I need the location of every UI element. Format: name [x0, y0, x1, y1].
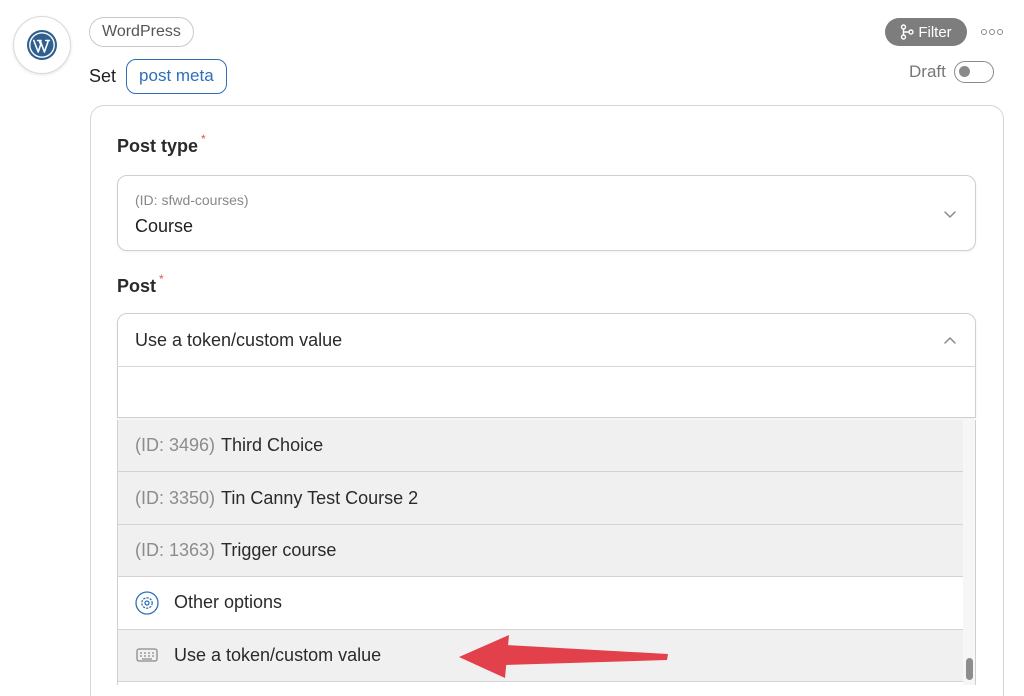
other-options-label: Other options — [174, 592, 283, 613]
scrollbar-thumb[interactable] — [966, 658, 973, 680]
chevron-down-icon — [944, 211, 956, 218]
more-dots-icon[interactable] — [981, 24, 1005, 40]
post-type-select[interactable]: (ID: sfwd-courses) Course — [117, 175, 976, 251]
token-option-item[interactable]: Use a token/custom value — [118, 629, 963, 682]
post-label-text: Post — [117, 276, 157, 296]
post-select-value: Use a token/custom value — [135, 330, 343, 350]
list-item[interactable]: (ID: 1363) Trigger course — [118, 524, 963, 578]
list-item[interactable]: (ID: 3350) Tin Canny Test Course 2 — [118, 472, 963, 525]
post-type-value: Course — [135, 216, 194, 236]
wordpress-logo-icon — [27, 30, 57, 60]
list-item[interactable]: (ID: 3496) Third Choice — [118, 420, 963, 473]
post-type-label-text: Post type — [117, 136, 199, 156]
other-options-group: Other options — [118, 577, 963, 630]
option-id: (ID: 3350) — [135, 487, 216, 508]
post-label: Post * — [117, 272, 164, 297]
option-id: (ID: 1363) — [135, 539, 216, 560]
option-label: Third Choice — [221, 435, 324, 456]
wordpress-logo — [13, 16, 71, 74]
action-token-button[interactable]: post meta — [126, 58, 227, 94]
option-label: Trigger course — [221, 539, 337, 560]
filter-label: Filter — [918, 23, 952, 41]
status-label: Draft — [909, 62, 946, 81]
status-toggle[interactable]: Draft — [909, 60, 994, 84]
post-type-label: Post type * — [117, 132, 206, 157]
filter-branch-icon — [901, 24, 915, 40]
action-sentence: Set post meta — [89, 58, 227, 94]
required-marker: * — [201, 132, 206, 146]
chevron-up-icon — [944, 337, 956, 344]
token-option-label: Use a token/custom value — [174, 644, 382, 665]
integration-badge: WordPress — [89, 17, 194, 47]
action-prefix: Set — [89, 65, 117, 86]
keyboard-icon — [135, 643, 159, 667]
gear-icon — [135, 591, 159, 615]
draft-toggle-switch[interactable] — [953, 61, 994, 83]
required-marker: * — [159, 272, 164, 286]
option-label: Tin Canny Test Course 2 — [221, 487, 419, 508]
post-options-list: (ID: 3496) Third Choice (ID: 3350) Tin C… — [117, 420, 963, 685]
post-select[interactable]: Use a token/custom value — [117, 313, 976, 367]
filter-button[interactable]: Filter — [885, 18, 967, 46]
list-scrollbar[interactable] — [963, 420, 976, 685]
post-type-id: (ID: sfwd-courses) — [135, 192, 249, 208]
post-search-input[interactable] — [117, 366, 976, 418]
option-id: (ID: 3496) — [135, 435, 216, 456]
toggle-knob — [958, 66, 970, 77]
